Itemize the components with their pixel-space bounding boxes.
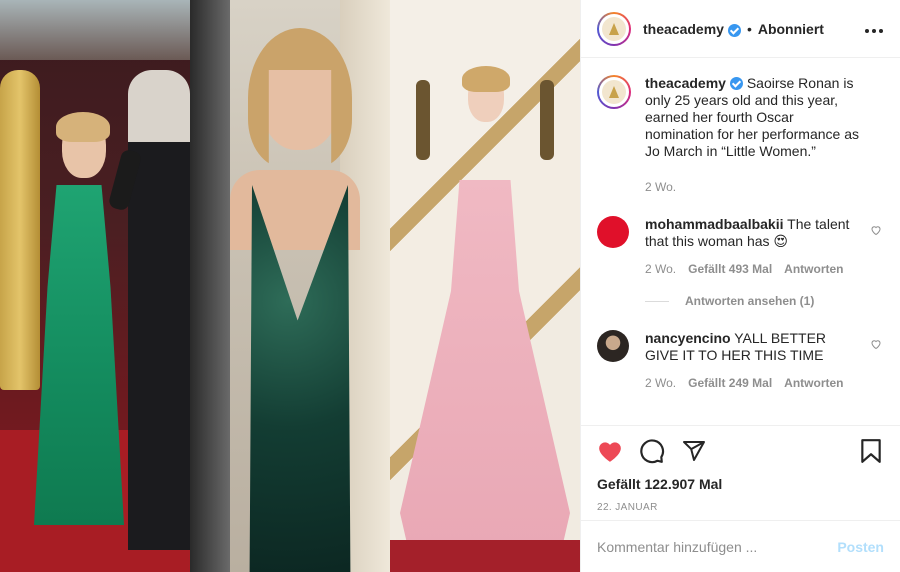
photo-panel-green-dress: [0, 0, 190, 572]
caption-time: 2 Wo.: [645, 180, 677, 194]
bookmark-icon[interactable]: [858, 438, 884, 464]
caption-username[interactable]: theacademy: [645, 75, 726, 91]
comment-username[interactable]: mohammadbaalbakii: [645, 216, 784, 232]
reply-button[interactable]: Antworten: [784, 262, 843, 276]
post-header: theacademy • Abonniert: [581, 0, 900, 58]
oscar-statue-icon: [602, 16, 626, 41]
account-avatar[interactable]: [597, 11, 631, 46]
oscar-statue-icon: [602, 80, 626, 104]
comment-input[interactable]: [597, 538, 838, 555]
comment-likes[interactable]: Gefällt 493 Mal: [688, 262, 772, 276]
verified-badge-icon: [727, 24, 741, 37]
commenter-avatar[interactable]: [597, 330, 629, 362]
caption-avatar[interactable]: [597, 75, 631, 109]
comment-icon[interactable]: [639, 438, 665, 464]
caption-meta: 2 Wo.: [645, 180, 884, 194]
replies-divider: [645, 300, 669, 302]
comment-item: mohammadbaalbakii The talent that this w…: [597, 216, 884, 250]
post-comment-button[interactable]: Posten: [837, 539, 884, 555]
verified-badge-icon: [729, 77, 743, 90]
comment-time: 2 Wo.: [645, 376, 677, 390]
reply-button[interactable]: Antworten: [784, 376, 843, 390]
comment-meta: 2 Wo. Gefällt 493 Mal Antworten: [645, 262, 884, 276]
comment-composer: Posten: [581, 520, 900, 572]
commenter-avatar[interactable]: [597, 216, 629, 248]
photo-panel-pink-dress: [390, 0, 580, 572]
caption: theacademy Saoirse Ronan is only 25 year…: [597, 75, 884, 160]
comment-username[interactable]: nancyencino: [645, 330, 731, 346]
more-options-icon[interactable]: [864, 18, 884, 39]
comment-time: 2 Wo.: [645, 262, 677, 276]
comment-like-icon[interactable]: [870, 338, 882, 350]
photo-panel-sequin-dress: [190, 0, 390, 572]
comment-likes[interactable]: Gefällt 249 Mal: [688, 376, 772, 390]
comments-list[interactable]: theacademy Saoirse Ronan is only 25 year…: [581, 59, 900, 425]
post-image[interactable]: [0, 0, 580, 572]
follow-button[interactable]: Abonniert: [758, 21, 824, 37]
post-sidebar: theacademy • Abonniert theacademy Saoirs…: [580, 0, 900, 572]
comment-meta: 2 Wo. Gefällt 249 Mal Antworten: [645, 376, 884, 390]
likes-count[interactable]: Gefällt 122.907 Mal: [597, 476, 884, 492]
paper-plane-icon[interactable]: [681, 438, 707, 464]
comment-like-icon[interactable]: [870, 224, 882, 236]
view-replies-label: Antworten ansehen (1): [685, 294, 815, 308]
account-username[interactable]: theacademy: [643, 21, 724, 37]
separator-dot: •: [746, 20, 752, 37]
instagram-post: theacademy • Abonniert theacademy Saoirs…: [0, 0, 900, 572]
post-actions: Gefällt 122.907 Mal 22. JANUAR: [581, 425, 900, 513]
view-replies-button[interactable]: Antworten ansehen (1): [645, 294, 884, 308]
heart-filled-icon[interactable]: [597, 438, 623, 464]
post-date: 22. JANUAR: [597, 502, 658, 513]
comment-item: nancyencino YALL BETTER GIVE IT TO HER T…: [597, 330, 884, 364]
